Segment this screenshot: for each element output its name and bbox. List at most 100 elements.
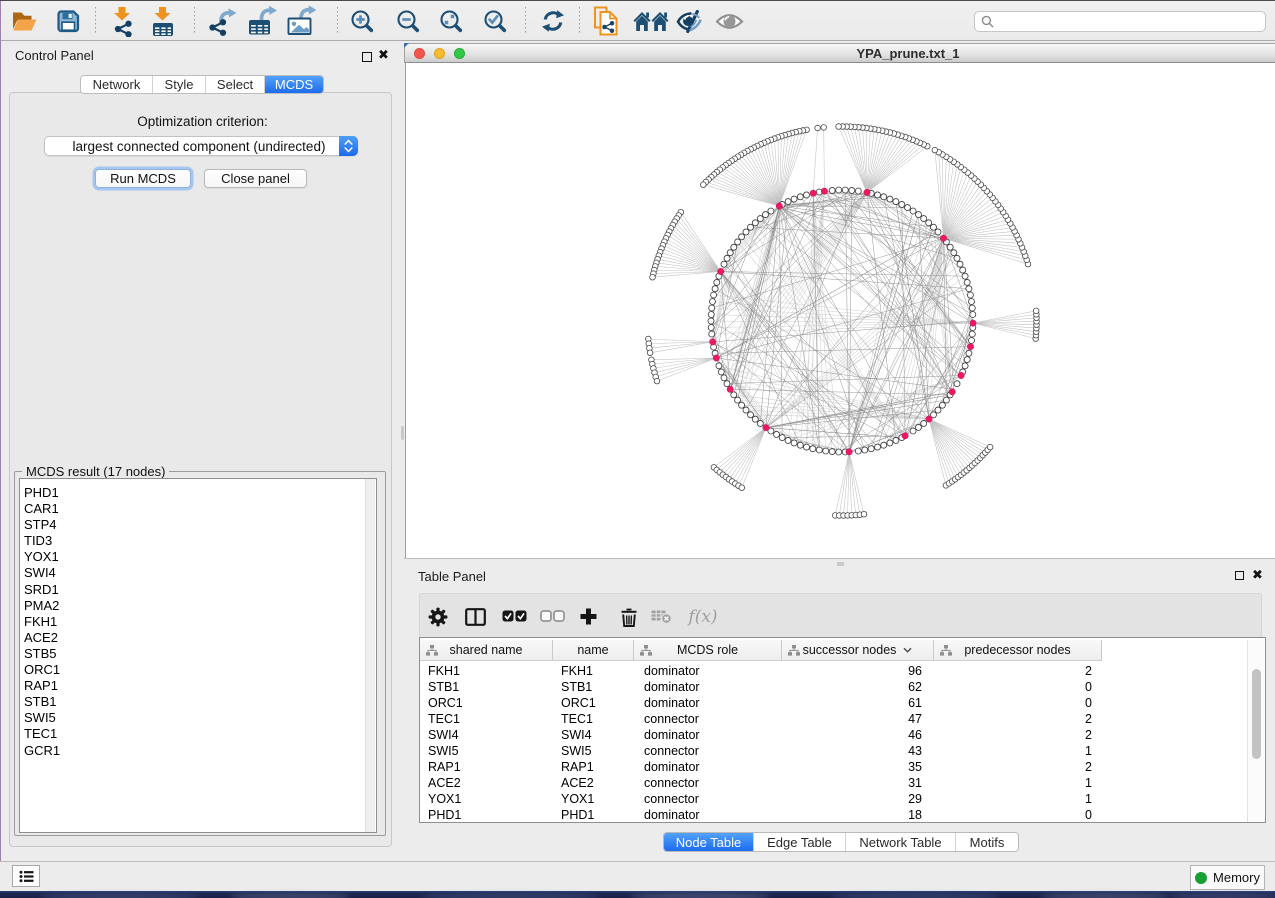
run-mcds-button[interactable]: Run MCDS	[95, 169, 191, 188]
network-graph[interactable]	[406, 63, 1275, 558]
mcds-result-item[interactable]: SWI5	[20, 710, 376, 726]
mcds-result-item[interactable]: PHD1	[20, 485, 376, 501]
table-body: FKH1FKH1dominator962STB1STB1dominator620…	[420, 663, 1265, 823]
column-header-label: successor nodes	[803, 643, 897, 657]
mcds-result-item[interactable]: PMA2	[20, 598, 376, 614]
tab-node-table[interactable]: Node Table	[664, 833, 754, 851]
split-panel-icon[interactable]	[458, 594, 492, 639]
mcds-result-item[interactable]: STP4	[20, 517, 376, 533]
zoom-selected-icon[interactable]	[475, 1, 515, 41]
hide-eye-icon[interactable]	[669, 1, 709, 41]
table-row[interactable]: RAP1RAP1dominator352	[420, 759, 1265, 775]
column-header-successor-nodes[interactable]: successor nodes	[782, 640, 934, 660]
mcds-list-scrollbar[interactable]	[365, 479, 375, 832]
table-cell: 61	[782, 696, 934, 710]
search-box[interactable]	[974, 11, 1266, 32]
table-cell: 31	[782, 776, 934, 790]
mcds-result-item[interactable]: SRD1	[20, 582, 376, 598]
tab-select[interactable]: Select	[206, 76, 265, 93]
function-builder-icon[interactable]: f(x)	[686, 594, 720, 639]
import-table-icon[interactable]	[143, 1, 183, 41]
control-panel-float-icon[interactable]	[362, 52, 372, 62]
gear-icon[interactable]	[421, 594, 455, 639]
mcds-result-item[interactable]: TEC1	[20, 726, 376, 742]
zoom-out-icon[interactable]	[388, 1, 428, 41]
column-type-icon	[788, 645, 800, 656]
table-row[interactable]: SWI5SWI5connector431	[420, 743, 1265, 759]
vertical-splitter-handle[interactable]	[401, 426, 404, 440]
mcds-result-item[interactable]: RAP1	[20, 678, 376, 694]
column-header-MCDS-role[interactable]: MCDS role	[634, 640, 782, 660]
return-to-home-icon[interactable]	[631, 1, 671, 41]
import-network-icon[interactable]	[104, 1, 144, 41]
optimization-criterion-select[interactable]: largest connected component (undirected)	[44, 136, 358, 156]
mcds-result-item[interactable]: GCR1	[20, 743, 376, 759]
apply-layout-icon[interactable]	[533, 1, 573, 41]
network-satellite-nodes	[646, 124, 1040, 519]
wallpaper-texture	[1170, 893, 1275, 898]
memory-label: Memory	[1213, 870, 1260, 885]
open-in-cytoscape-icon[interactable]	[586, 1, 626, 41]
mcds-result-item[interactable]: ACE2	[20, 630, 376, 646]
mcds-result-item[interactable]: STB5	[20, 646, 376, 662]
table-panel-float-icon[interactable]	[1235, 571, 1244, 580]
table-cell: connector	[634, 792, 782, 806]
table-row[interactable]: TEC1TEC1connector472	[420, 711, 1265, 727]
mcds-result-item[interactable]: FKH1	[20, 614, 376, 630]
tab-network[interactable]: Network	[81, 76, 153, 93]
export-network-icon[interactable]	[203, 1, 243, 41]
delete-column-icon[interactable]	[612, 594, 646, 639]
table-scrollbar[interactable]	[1247, 640, 1265, 822]
tab-network-table[interactable]: Network Table	[846, 833, 956, 851]
column-header-predecessor-nodes[interactable]: predecessor nodes	[934, 640, 1102, 660]
table-row[interactable]: FKH1FKH1dominator962	[420, 663, 1265, 679]
table-row[interactable]: PHD1PHD1dominator180	[420, 807, 1265, 823]
network-canvas[interactable]	[405, 63, 1275, 558]
show-eye-icon[interactable]	[709, 1, 749, 41]
open-session-icon[interactable]	[5, 1, 45, 41]
tab-mcds[interactable]: MCDS	[265, 76, 323, 93]
table-row[interactable]: SWI4SWI4dominator462	[420, 727, 1265, 743]
mcds-result-item[interactable]: SWI4	[20, 565, 376, 581]
select-all-columns-icon[interactable]	[497, 594, 531, 639]
table-cell: 1	[934, 792, 1102, 806]
horizontal-splitter-grip[interactable]	[837, 562, 844, 566]
column-header-name[interactable]: name	[553, 640, 634, 660]
mcds-result-item[interactable]: CAR1	[20, 501, 376, 517]
mcds-result-item[interactable]: ORC1	[20, 662, 376, 678]
table-row[interactable]: ACE2ACE2connector311	[420, 775, 1265, 791]
tab-edge-table[interactable]: Edge Table	[754, 833, 846, 851]
table-row[interactable]: ORC1ORC1dominator610	[420, 695, 1265, 711]
memory-status-dot	[1195, 872, 1207, 884]
task-history-button[interactable]	[12, 865, 40, 887]
memory-button[interactable]: Memory	[1190, 865, 1265, 890]
tab-style[interactable]: Style	[153, 76, 206, 93]
table-cell: FKH1	[420, 664, 553, 678]
export-image-icon[interactable]	[281, 1, 321, 41]
tab-motifs[interactable]: Motifs	[956, 833, 1018, 851]
add-column-icon[interactable]	[571, 594, 605, 639]
mcds-result-item[interactable]: YOX1	[20, 549, 376, 565]
save-session-icon[interactable]	[48, 1, 88, 41]
zoom-fit-icon[interactable]	[431, 1, 471, 41]
table-row[interactable]: STB1STB1dominator620	[420, 679, 1265, 695]
table-scrollbar-thumb[interactable]	[1252, 669, 1261, 759]
mcds-result-list[interactable]: PHD1CAR1STP4TID3YOX1SWI4SRD1PMA2FKH1ACE2…	[19, 478, 377, 833]
table-cell: SWI5	[553, 744, 634, 758]
unselect-all-columns-icon[interactable]	[535, 594, 569, 639]
table-panel-tabs: Node TableEdge TableNetwork TableMotifs	[663, 832, 1019, 852]
horizontal-splitter[interactable]	[404, 558, 1275, 567]
close-panel-button[interactable]: Close panel	[204, 169, 307, 188]
table-cell: dominator	[634, 808, 782, 822]
zoom-in-icon[interactable]	[342, 1, 382, 41]
optimization-criterion-value: largest connected component (undirected)	[45, 139, 339, 154]
delete-table-icon[interactable]	[644, 594, 678, 639]
export-table-icon[interactable]	[242, 1, 282, 41]
table-panel-close-icon[interactable]: ✖	[1252, 567, 1263, 583]
table-row[interactable]: YOX1YOX1connector291	[420, 791, 1265, 807]
column-header-shared-name[interactable]: shared name	[420, 640, 553, 660]
search-input[interactable]	[998, 14, 1265, 30]
control-panel-close-icon[interactable]: ✖	[378, 47, 389, 63]
mcds-result-item[interactable]: STB1	[20, 694, 376, 710]
mcds-result-item[interactable]: TID3	[20, 533, 376, 549]
